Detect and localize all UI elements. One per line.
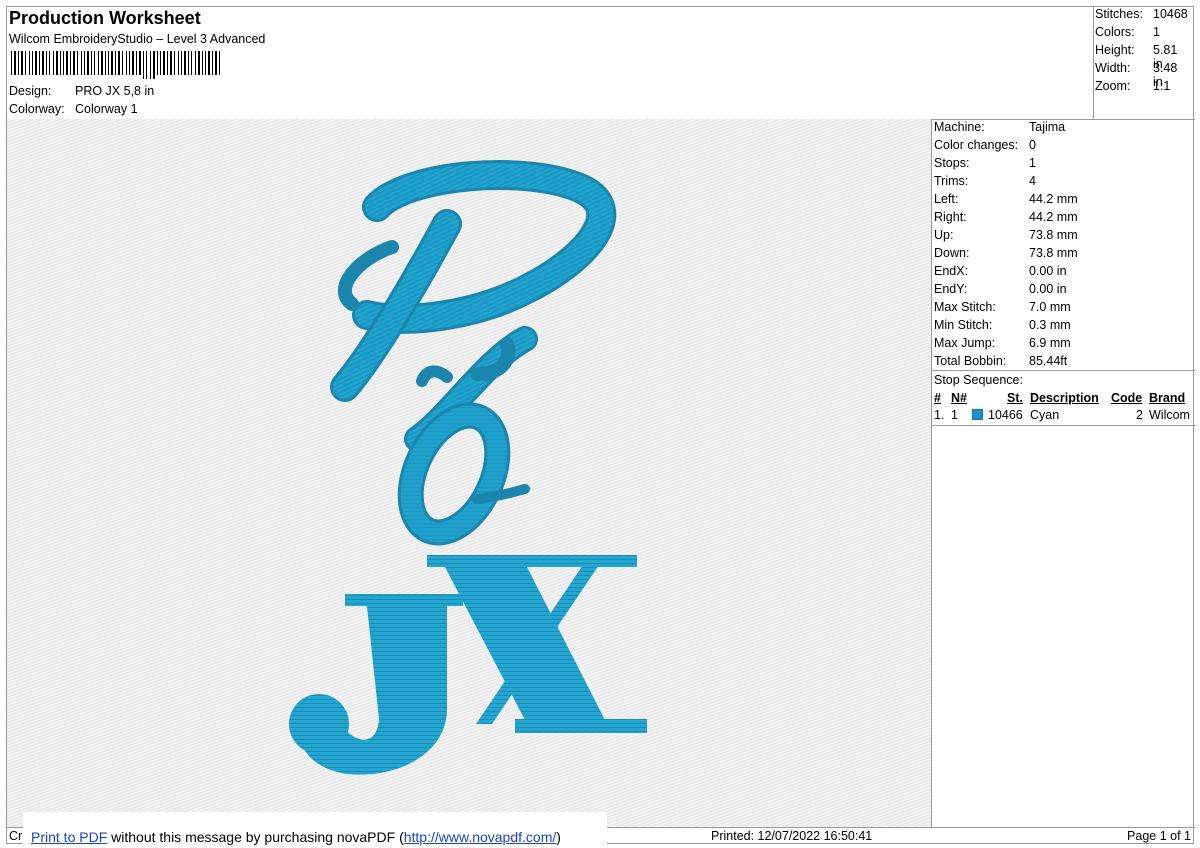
info-value: 6.9 mm bbox=[1029, 336, 1071, 350]
info-label: Trims: bbox=[934, 174, 969, 188]
novapdf-url-link[interactable]: http://www.novapdf.com/ bbox=[404, 829, 557, 845]
header-panel: Production Worksheet Wilcom EmbroiderySt… bbox=[7, 7, 1094, 120]
stop-sequence-label: Stop Sequence: bbox=[934, 373, 1023, 387]
banner-text: Print to PDF without this message by pur… bbox=[31, 829, 561, 845]
info-value: 44.2 mm bbox=[1029, 210, 1078, 224]
novapdf-banner: Print to PDF without this message by pur… bbox=[23, 812, 607, 846]
info-label: Up: bbox=[934, 228, 954, 242]
info-label: Down: bbox=[934, 246, 970, 260]
design-value: PRO JX 5,8 in bbox=[75, 84, 155, 98]
colorway-value: Colorway 1 bbox=[75, 102, 138, 116]
info-label: Color changes: bbox=[934, 138, 1019, 152]
info-label: Right: bbox=[934, 210, 967, 224]
info-value: 44.2 mm bbox=[1029, 192, 1078, 206]
banner-end-text: ) bbox=[556, 829, 561, 845]
info-value: 0.00 in bbox=[1029, 264, 1067, 278]
info-label: EndY: bbox=[934, 282, 968, 296]
row-description: Cyan bbox=[1030, 408, 1060, 422]
info-value: 0.3 mm bbox=[1029, 318, 1071, 332]
info-label: EndX: bbox=[934, 264, 969, 278]
info-value: 73.8 mm bbox=[1029, 246, 1078, 260]
divider bbox=[931, 370, 1195, 371]
info-value: 0.00 in bbox=[1029, 282, 1067, 296]
info-value: 73.8 mm bbox=[1029, 228, 1078, 242]
col-header-num: # bbox=[934, 391, 941, 405]
color-swatch bbox=[972, 409, 983, 420]
worksheet: Production Worksheet Wilcom EmbroiderySt… bbox=[6, 6, 1195, 846]
embroidery-artwork bbox=[289, 160, 647, 775]
row-num: 1. bbox=[934, 408, 945, 422]
row-code: 2 bbox=[1136, 408, 1143, 422]
info-value: Tajima bbox=[1029, 120, 1066, 134]
col-header-code: Code bbox=[1111, 391, 1143, 405]
page-title: Production Worksheet bbox=[9, 8, 201, 28]
row-n: 1 bbox=[951, 408, 958, 422]
divider bbox=[931, 425, 1195, 426]
page-number: Page 1 of 1 bbox=[1127, 829, 1191, 843]
summary-panel: Stitches: 10468 Colors: 1 Height: 5.81 in W… bbox=[1093, 7, 1195, 120]
info-value: 0 bbox=[1029, 138, 1036, 152]
col-header-n: N# bbox=[951, 391, 967, 405]
print-to-pdf-link[interactable]: Print to PDF bbox=[31, 829, 107, 845]
design-row: Design: PRO JX 5,8 in bbox=[9, 84, 154, 98]
colorway-label: Colorway: bbox=[9, 102, 65, 116]
info-label: Max Stitch: bbox=[934, 300, 996, 314]
colorway-row: Colorway: Colorway 1 bbox=[9, 102, 138, 116]
serif-jx-artwork bbox=[289, 555, 647, 775]
info-value: 4 bbox=[1029, 174, 1036, 188]
info-label: Machine: bbox=[934, 120, 985, 134]
row-stitches: 10466 bbox=[988, 408, 1023, 422]
row-brand: Wilcom bbox=[1149, 408, 1190, 422]
info-value: 85.44ft bbox=[1029, 354, 1068, 368]
design-preview bbox=[7, 119, 932, 827]
machine-info-panel: Machine: Tajima Color changes: 0 Stops: 1 Trim… bbox=[931, 119, 1195, 827]
col-header-st: St. bbox=[1007, 391, 1023, 405]
col-header-brand: Brand bbox=[1149, 391, 1186, 405]
info-label: Min Stitch: bbox=[934, 318, 993, 332]
footer-crop-text: Cr bbox=[9, 829, 23, 843]
printed-timestamp: Printed: 12/07/2022 16:50:41 bbox=[711, 829, 873, 843]
banner-mid-text: without this message by purchasing novaP… bbox=[107, 829, 404, 845]
info-label: Total Bobbin: bbox=[934, 354, 1007, 368]
info-label: Max Jump: bbox=[934, 336, 996, 350]
software-subtitle: Wilcom EmbroideryStudio – Level 3 Advanc… bbox=[9, 32, 266, 46]
script-pro-artwork bbox=[330, 160, 617, 546]
info-label: Left: bbox=[934, 192, 959, 206]
col-header-description: Description bbox=[1030, 391, 1099, 405]
info-label: Stops: bbox=[934, 156, 970, 170]
footer: Cr Print to PDF without this message by … bbox=[7, 812, 1195, 846]
design-label: Design: bbox=[9, 84, 52, 98]
info-value: 7.0 mm bbox=[1029, 300, 1071, 314]
barcode-image bbox=[11, 51, 220, 79]
info-value: 1 bbox=[1029, 156, 1036, 170]
